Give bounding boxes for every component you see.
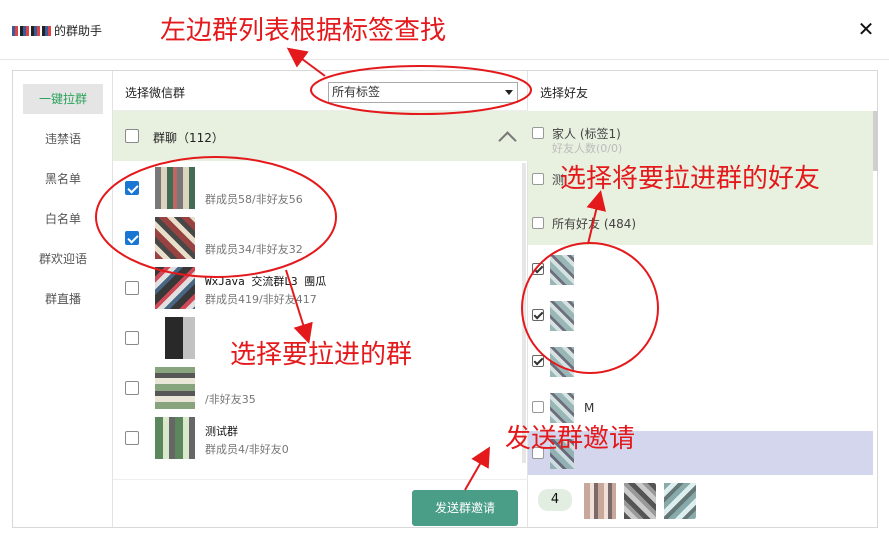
tag-name: 所有好友 (484): [552, 217, 637, 231]
group-stats: 群成员419/非好友417: [205, 293, 317, 306]
group-avatar: [155, 317, 195, 359]
group-row[interactable]: /非好友35: [113, 363, 523, 413]
tag-name: 测: [552, 173, 565, 187]
selected-avatar[interactable]: [624, 483, 656, 519]
friend-row[interactable]: [528, 339, 873, 385]
group-column-footer: 发送群邀请: [113, 479, 528, 527]
friend-row[interactable]: [528, 431, 873, 475]
friend-checkbox[interactable]: [532, 447, 544, 459]
group-column-label: 选择微信群: [125, 86, 186, 100]
group-row[interactable]: 群成员58/非好友56: [113, 163, 523, 213]
group-category-header[interactable]: 群聊（112）: [113, 111, 528, 161]
group-stats: 群成员34/非好友32: [205, 243, 303, 256]
group-checkbox[interactable]: [125, 231, 139, 245]
dropdown-arrow-icon: [505, 90, 513, 95]
group-checkbox[interactable]: [125, 281, 139, 295]
friend-checkbox[interactable]: [532, 309, 544, 321]
friend-avatar: [550, 301, 574, 331]
group-name: 测试群: [205, 425, 238, 438]
app-name-redacted: [12, 25, 52, 36]
chevron-up-icon[interactable]: [498, 128, 516, 146]
group-avatar: [155, 367, 195, 409]
sidebar-item-welcome[interactable]: 群欢迎语: [23, 244, 103, 274]
sidebar: 一键拉群 违禁语 黑名单 白名单 群欢迎语 群直播: [13, 71, 113, 527]
sidebar-item-whitelist[interactable]: 白名单: [23, 204, 103, 234]
group-column-header: 选择微信群 所有标签: [113, 71, 528, 111]
selected-count-badge: 4: [538, 489, 572, 511]
app-title: 的群助手: [12, 22, 102, 39]
friend-avatar: [550, 439, 574, 469]
main-panel: 一键拉群 违禁语 黑名单 白名单 群欢迎语 群直播 选择微信群 所有标签 群聊（…: [12, 70, 878, 528]
tag-checkbox[interactable]: [532, 173, 544, 185]
group-stats: 群成员4/非好友0: [205, 443, 289, 456]
app-title-text: 的群助手: [54, 24, 103, 38]
friend-checkbox[interactable]: [532, 263, 544, 275]
friend-name: M: [584, 401, 595, 415]
group-checkbox[interactable]: [125, 381, 139, 395]
friend-column: 选择好友 家人 (标签1) 好友人数(0/0) 测 所有好友 (484) M 4: [528, 71, 878, 527]
group-avatar: [155, 167, 195, 209]
group-stats: 群成员58/非好友56: [205, 193, 303, 206]
selected-avatar[interactable]: [664, 483, 696, 519]
tag-row[interactable]: 所有好友 (484): [528, 217, 873, 247]
sidebar-item-one-click-pull[interactable]: 一键拉群: [23, 84, 103, 114]
friend-tag-list: 家人 (标签1) 好友人数(0/0) 测 所有好友 (484): [528, 111, 873, 245]
friend-row[interactable]: [528, 293, 873, 339]
group-checkbox[interactable]: [125, 181, 139, 195]
friend-column-label: 选择好友: [540, 86, 589, 100]
friend-list-scrollbar[interactable]: [873, 111, 878, 171]
group-avatar: [155, 217, 195, 259]
friend-avatar: [550, 393, 574, 423]
friend-checkbox[interactable]: [532, 401, 544, 413]
friend-avatar: [550, 347, 574, 377]
sidebar-item-banned-words[interactable]: 违禁语: [23, 124, 103, 154]
sidebar-item-live[interactable]: 群直播: [23, 284, 103, 314]
group-row[interactable]: 测试群 群成员4/非好友0: [113, 413, 523, 463]
group-stats: /非好友35: [205, 393, 256, 406]
sidebar-item-blacklist[interactable]: 黑名单: [23, 164, 103, 194]
group-row[interactable]: [113, 313, 523, 363]
group-checkbox[interactable]: [125, 431, 139, 445]
selected-avatar[interactable]: [584, 483, 616, 519]
tag-count: 好友人数(0/0): [552, 142, 623, 155]
friend-column-header: 选择好友: [528, 71, 878, 111]
friend-avatar: [550, 255, 574, 285]
friend-row[interactable]: [528, 247, 873, 293]
group-name: WxJava 交流群L3 團瓜: [205, 275, 327, 288]
group-category-title: 群聊（112）: [153, 131, 224, 145]
group-column: 选择微信群 所有标签 群聊（112） 群成员58/非好友56 群成员34/非好友…: [113, 71, 528, 527]
tag-checkbox[interactable]: [532, 217, 544, 229]
group-avatar: [155, 267, 195, 309]
group-avatar: [155, 417, 195, 459]
friend-row[interactable]: M: [528, 385, 873, 431]
tag-checkbox[interactable]: [532, 127, 544, 139]
group-list: 群成员58/非好友56 群成员34/非好友32 WxJava 交流群L3 團瓜 …: [113, 161, 528, 479]
tag-row[interactable]: 家人 (标签1) 好友人数(0/0): [528, 127, 873, 157]
group-checkbox[interactable]: [125, 331, 139, 345]
friend-list: M: [528, 247, 873, 475]
category-checkbox[interactable]: [125, 129, 139, 143]
group-row[interactable]: WxJava 交流群L3 團瓜 群成员419/非好友417: [113, 263, 523, 313]
tag-row[interactable]: 测: [528, 173, 873, 203]
selected-friends-bar: 4: [528, 475, 873, 527]
friend-checkbox[interactable]: [532, 355, 544, 367]
group-row[interactable]: 群成员34/非好友32: [113, 213, 523, 263]
close-icon[interactable]: ✕: [855, 18, 877, 40]
title-bar: 的群助手 ✕: [0, 0, 889, 60]
send-invite-button[interactable]: 发送群邀请: [412, 490, 518, 526]
tag-filter-value: 所有标签: [332, 85, 381, 99]
group-list-scrollbar[interactable]: [522, 163, 526, 463]
tag-filter-select[interactable]: 所有标签: [328, 82, 518, 103]
